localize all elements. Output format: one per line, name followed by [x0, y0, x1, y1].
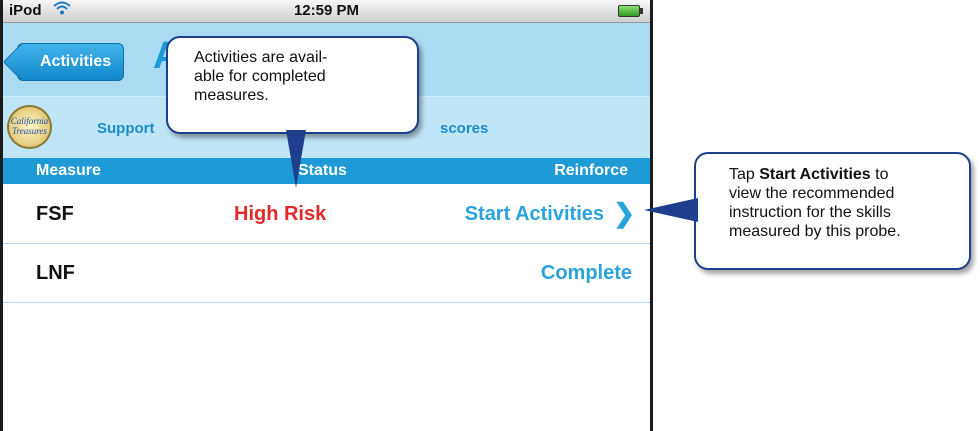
callout-line: able for completed	[194, 68, 326, 85]
logo-line-2: Treasures	[12, 126, 47, 136]
status-cell: High Risk	[234, 203, 327, 225]
callout-line: Activities are avail-	[194, 49, 328, 66]
logo-line-1: California	[10, 116, 49, 126]
status-bar: iPod 12:59 PM	[3, 0, 650, 23]
complete-label: Complete	[540, 262, 632, 284]
table-row: LNF Complete	[3, 244, 650, 303]
callout-activities-available: Activities are avail- able for completed…	[166, 36, 419, 134]
clock: 12:59 PM	[293, 2, 360, 19]
callout-line: measured by this probe.	[729, 223, 901, 240]
scores-link[interactable]: scores	[440, 120, 488, 137]
callout-suffix: to	[875, 166, 889, 183]
callout-start-activities: Tap Start Activities to view the recomme…	[694, 152, 971, 270]
start-activities-button[interactable]: Start Activities	[465, 203, 604, 226]
back-button-label: Activities	[40, 53, 112, 70]
support-link[interactable]: Support	[97, 120, 155, 137]
table-header: Measure Status Reinforce	[3, 158, 650, 184]
header-measure: Measure	[36, 162, 101, 179]
measure-cell: FSF	[36, 203, 74, 225]
callout-line: instruction for the skills	[729, 204, 891, 221]
chevron-right-icon[interactable]: ❯	[613, 198, 635, 229]
table-row[interactable]: FSF High Risk Start Activities ❯	[3, 185, 650, 244]
battery-icon	[618, 5, 643, 17]
callout-pointer	[644, 198, 698, 222]
callout-pointer	[286, 130, 306, 188]
back-button[interactable]: Activities	[17, 43, 125, 81]
california-treasures-logo: California Treasures	[7, 105, 52, 149]
callout-line: measures.	[194, 87, 269, 104]
callout-prefix: Tap	[729, 166, 755, 183]
callout-bold: Start Activities	[759, 166, 871, 183]
header-reinforce: Reinforce	[554, 162, 628, 179]
measure-cell: LNF	[36, 262, 75, 284]
callout-line: view the recommended	[729, 185, 895, 202]
